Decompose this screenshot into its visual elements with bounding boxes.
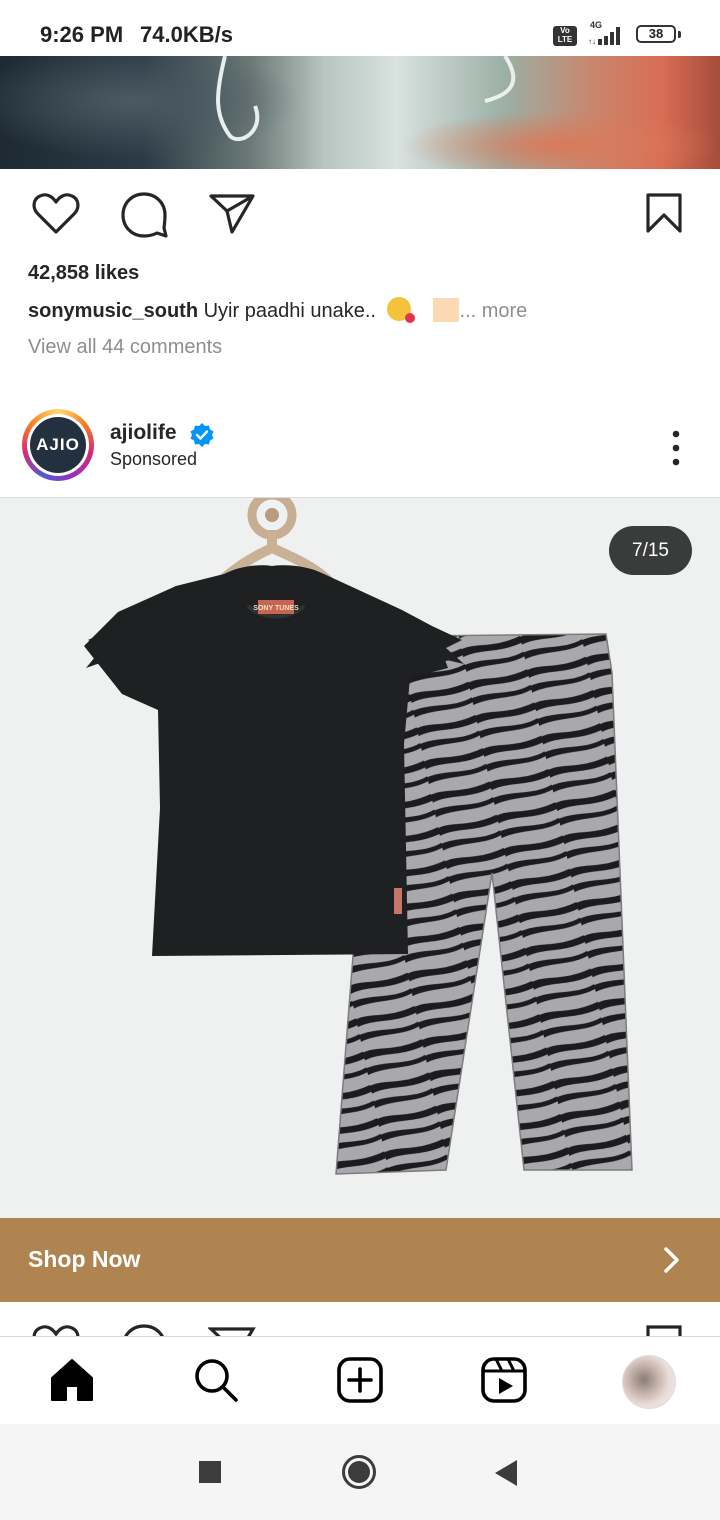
share-icon[interactable] bbox=[208, 1326, 256, 1336]
more-options-icon[interactable] bbox=[665, 428, 687, 468]
battery-icon: 38 bbox=[636, 25, 676, 43]
product-illustration: SONY TUNES bbox=[84, 490, 633, 1175]
sponsored-label: Sponsored bbox=[110, 449, 198, 469]
image-detail bbox=[216, 56, 516, 142]
reels-icon[interactable] bbox=[480, 1356, 528, 1404]
caption-username[interactable]: sonymusic_south bbox=[28, 300, 198, 322]
heart-icon[interactable] bbox=[32, 1324, 80, 1336]
volte-icon: Vo LTE bbox=[553, 26, 577, 46]
peach-emoji bbox=[433, 298, 460, 322]
signal-icon: ↑↓ bbox=[588, 27, 620, 46]
svg-text:↑↓: ↑↓ bbox=[588, 37, 596, 46]
home-circle-icon[interactable] bbox=[341, 1454, 377, 1490]
home-icon[interactable] bbox=[48, 1356, 96, 1404]
smiling-face-hearts-emoji bbox=[387, 297, 416, 323]
share-icon[interactable] bbox=[208, 193, 256, 235]
bookmark-icon[interactable] bbox=[645, 192, 683, 234]
post-username[interactable]: ajiolife bbox=[110, 421, 177, 445]
ajio-avatar[interactable]: AJIO bbox=[30, 417, 86, 473]
profile-avatar[interactable] bbox=[622, 1355, 676, 1409]
ad-product-image[interactable]: SONY TUNES bbox=[0, 490, 720, 1219]
chevron-right-icon bbox=[664, 1247, 679, 1273]
heart-icon[interactable] bbox=[32, 192, 80, 236]
recents-square-icon[interactable] bbox=[198, 1460, 222, 1484]
status-time: 9:26 PM bbox=[40, 22, 124, 47]
image-counter: 7/15 bbox=[609, 526, 692, 575]
battery-tip bbox=[678, 31, 681, 38]
back-triangle-icon[interactable] bbox=[492, 1458, 520, 1488]
search-icon[interactable] bbox=[192, 1356, 240, 1404]
create-post-icon[interactable] bbox=[336, 1356, 384, 1404]
next-post-actions bbox=[0, 1302, 720, 1336]
more-link[interactable]: ... more bbox=[459, 300, 527, 322]
tshirt-brand-tag: SONY TUNES bbox=[253, 605, 299, 612]
shop-now-label: Shop Now bbox=[28, 1246, 141, 1272]
verified-badge-icon bbox=[190, 423, 214, 447]
comment-icon[interactable] bbox=[120, 192, 168, 238]
caption-text: Uyir paadhi unake.. bbox=[198, 300, 382, 322]
post-caption[interactable]: sonymusic_south Uyir paadhi unake.. ... … bbox=[28, 297, 527, 323]
comment-icon[interactable] bbox=[120, 1324, 168, 1336]
bookmark-icon[interactable] bbox=[645, 1324, 683, 1336]
likes-count[interactable]: 42,858 likes bbox=[28, 262, 139, 285]
network-speed: 74.0KB/s bbox=[140, 22, 233, 47]
view-comments-link[interactable]: View all 44 comments bbox=[28, 336, 222, 359]
